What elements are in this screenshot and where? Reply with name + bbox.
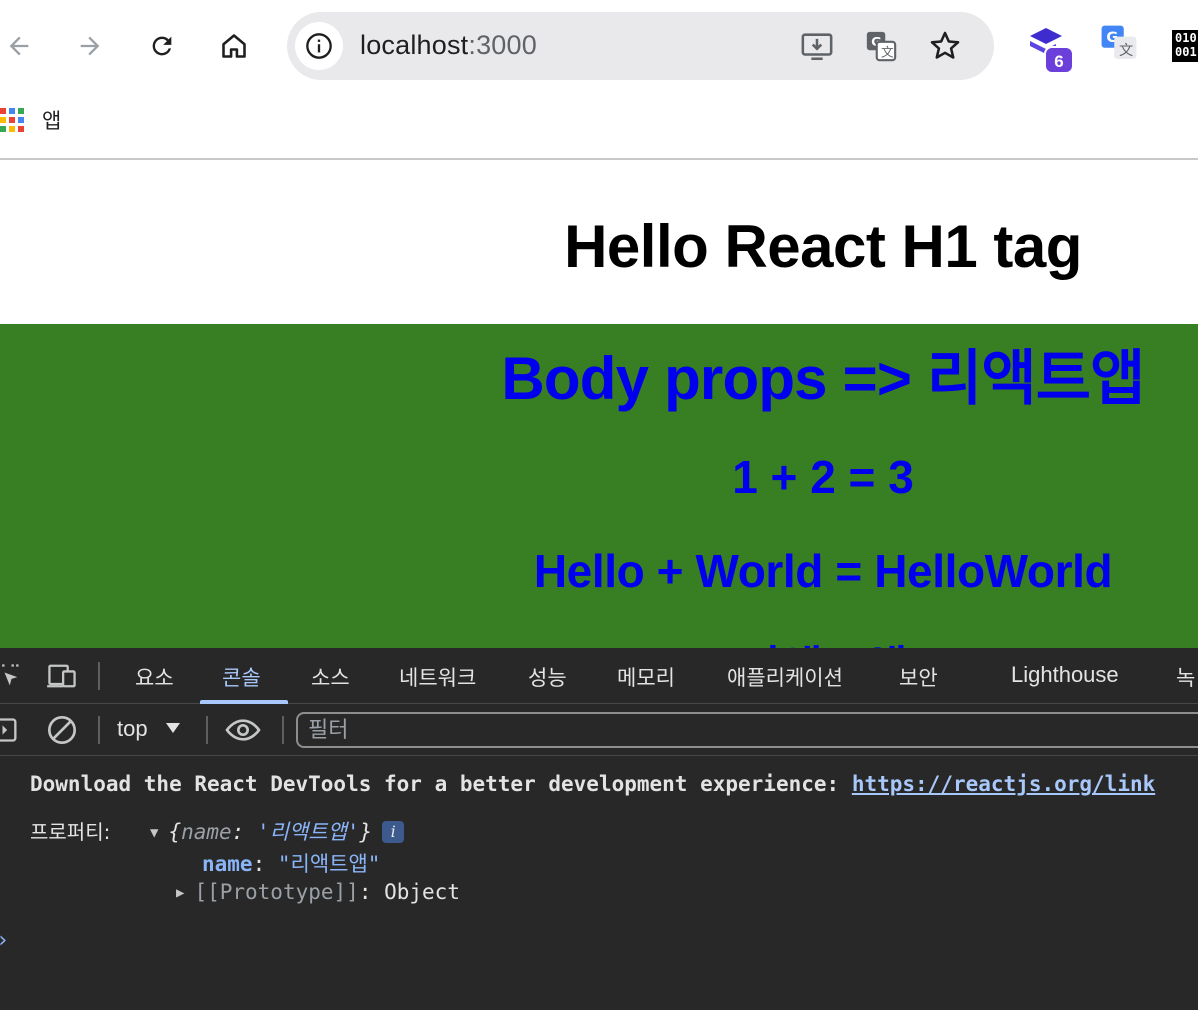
object-preview-key: name <box>181 820 232 844</box>
translate-button[interactable]: G文 <box>863 28 899 64</box>
binary-extension[interactable]: 010 001 <box>1172 30 1198 62</box>
svg-text:文: 文 <box>1119 42 1133 59</box>
tab-lighthouse[interactable]: Lighthouse <box>1011 662 1119 688</box>
google-translate-extension[interactable]: G文 <box>1100 24 1140 68</box>
address-bar[interactable]: localhost:3000 G文 <box>287 12 994 80</box>
tab-console[interactable]: 콘솔 <box>222 662 261 692</box>
devtools-tab-bar: 요소 콘솔 소스 네트워크 성능 메모리 애플리케이션 보안 Lighthous… <box>0 648 1198 704</box>
collapse-triangle-icon[interactable]: ▶ <box>176 885 184 901</box>
object-preview-value: '리액트앱' <box>256 820 360 844</box>
arrow-left-icon <box>9 36 29 56</box>
browser-toolbar: localhost:3000 G文 6 G文 010 001 <box>0 0 1198 92</box>
eye-icon <box>225 719 261 741</box>
object-preview-colon: : <box>231 820 257 844</box>
install-icon <box>801 33 833 61</box>
sidebar-icon <box>0 718 17 742</box>
bookmark-star-button[interactable] <box>927 28 963 64</box>
context-selector[interactable]: top <box>117 716 182 742</box>
arrow-right-icon <box>80 36 100 56</box>
star-icon <box>930 31 960 59</box>
log-label: 프로퍼티: <box>30 820 111 844</box>
google-translate-icon: G文 <box>1101 25 1137 59</box>
home-button[interactable] <box>210 22 258 70</box>
extension-stack-button[interactable]: 6 <box>1028 24 1074 74</box>
info-icon[interactable]: i <box>382 821 405 843</box>
bookmarks-bar: 앱 <box>0 92 1198 160</box>
binary-text-bottom: 001 <box>1175 45 1197 59</box>
apps-bookmark-label[interactable]: 앱 <box>42 105 61 135</box>
object-property: name: "리액트앱" <box>202 848 380 878</box>
triangle-down-icon <box>165 723 180 733</box>
object-brace-close: } <box>359 820 373 844</box>
tab-performance[interactable]: 성능 <box>528 662 567 692</box>
tab-separator <box>98 662 100 690</box>
body-props-text: Body props => 리액트앱 <box>501 345 1145 412</box>
url-port: :3000 <box>468 30 537 60</box>
property-value: "리액트앱" <box>277 852 381 876</box>
tab-recorder[interactable]: 녹 <box>1176 662 1195 692</box>
sidebar-toggle-button[interactable] <box>0 716 20 748</box>
site-info-button[interactable] <box>295 22 343 70</box>
device-toolbar-icon <box>47 664 76 688</box>
forward-button[interactable] <box>66 22 114 70</box>
clear-console-button[interactable] <box>46 714 78 750</box>
tab-memory[interactable]: 메모리 <box>617 662 675 692</box>
device-toggle-button[interactable] <box>46 662 78 694</box>
object-preview[interactable]: ▼ {name: '리액트앱'} i <box>150 816 405 846</box>
math-text: 1 + 2 = 3 <box>732 451 914 503</box>
inspect-cursor-icon <box>0 664 19 686</box>
url-host: localhost <box>360 30 469 60</box>
back-button[interactable] <box>0 22 43 70</box>
body-component: Body props => 리액트앱 1 + 2 = 3 Hello + Wor… <box>0 324 1198 648</box>
page-heading: Hello React H1 tag <box>564 213 1082 280</box>
home-icon <box>222 34 246 58</box>
live-expression-button[interactable] <box>224 714 262 750</box>
cut-off-text: 리액트앱 <box>448 632 1198 648</box>
prototype-colon: : <box>358 880 385 904</box>
tab-network[interactable]: 네트워크 <box>399 662 476 692</box>
toolbar-separator <box>98 716 100 744</box>
context-value: top <box>117 716 148 741</box>
toolbar-separator <box>282 716 284 744</box>
console-prompt[interactable]: › <box>0 928 9 953</box>
console-filter-input[interactable] <box>296 712 1198 748</box>
console-toolbar: top <box>0 704 1198 756</box>
concat-text: Hello + World = HelloWorld <box>533 545 1113 597</box>
tab-security[interactable]: 보안 <box>899 662 938 692</box>
expand-triangle-icon[interactable]: ▼ <box>150 825 158 841</box>
prototype-key: [[Prototype]] <box>194 880 359 904</box>
tab-application[interactable]: 애플리케이션 <box>727 662 843 692</box>
inspect-element-button[interactable] <box>0 662 22 694</box>
message-text: Download the React DevTools for a better… <box>30 772 852 796</box>
tab-sources[interactable]: 소스 <box>311 662 350 692</box>
extension-badge: 6 <box>1044 46 1074 74</box>
translate-icon: G文 <box>866 31 897 62</box>
reload-button[interactable] <box>138 22 186 70</box>
svg-text:文: 文 <box>881 46 894 61</box>
toolbar-separator <box>206 716 208 744</box>
prototype-property[interactable]: ▶ [[Prototype]]: Object <box>176 880 460 904</box>
react-devtools-link[interactable]: https://reactjs.org/link <box>852 772 1155 796</box>
tab-elements[interactable]: 요소 <box>135 662 174 692</box>
page-viewport: Hello React H1 tag Body props => 리액트앱 1 … <box>0 162 1198 648</box>
info-circle-icon <box>306 33 332 59</box>
property-key: name <box>202 852 253 876</box>
object-brace-open: { <box>168 820 182 844</box>
devtools-panel: 요소 콘솔 소스 네트워크 성능 메모리 애플리케이션 보안 Lighthous… <box>0 648 1198 1010</box>
prototype-value: Object <box>384 880 460 904</box>
reload-icon <box>152 36 172 56</box>
binary-text-top: 010 <box>1175 31 1197 45</box>
property-colon: : <box>252 852 278 876</box>
block-icon <box>48 716 76 744</box>
console-message: Download the React DevTools for a better… <box>30 772 1155 796</box>
url-text[interactable]: localhost:3000 <box>360 30 537 61</box>
console-output: Download the React DevTools for a better… <box>0 758 1198 1010</box>
install-app-button[interactable] <box>799 28 835 64</box>
apps-grid-icon[interactable] <box>0 106 30 136</box>
